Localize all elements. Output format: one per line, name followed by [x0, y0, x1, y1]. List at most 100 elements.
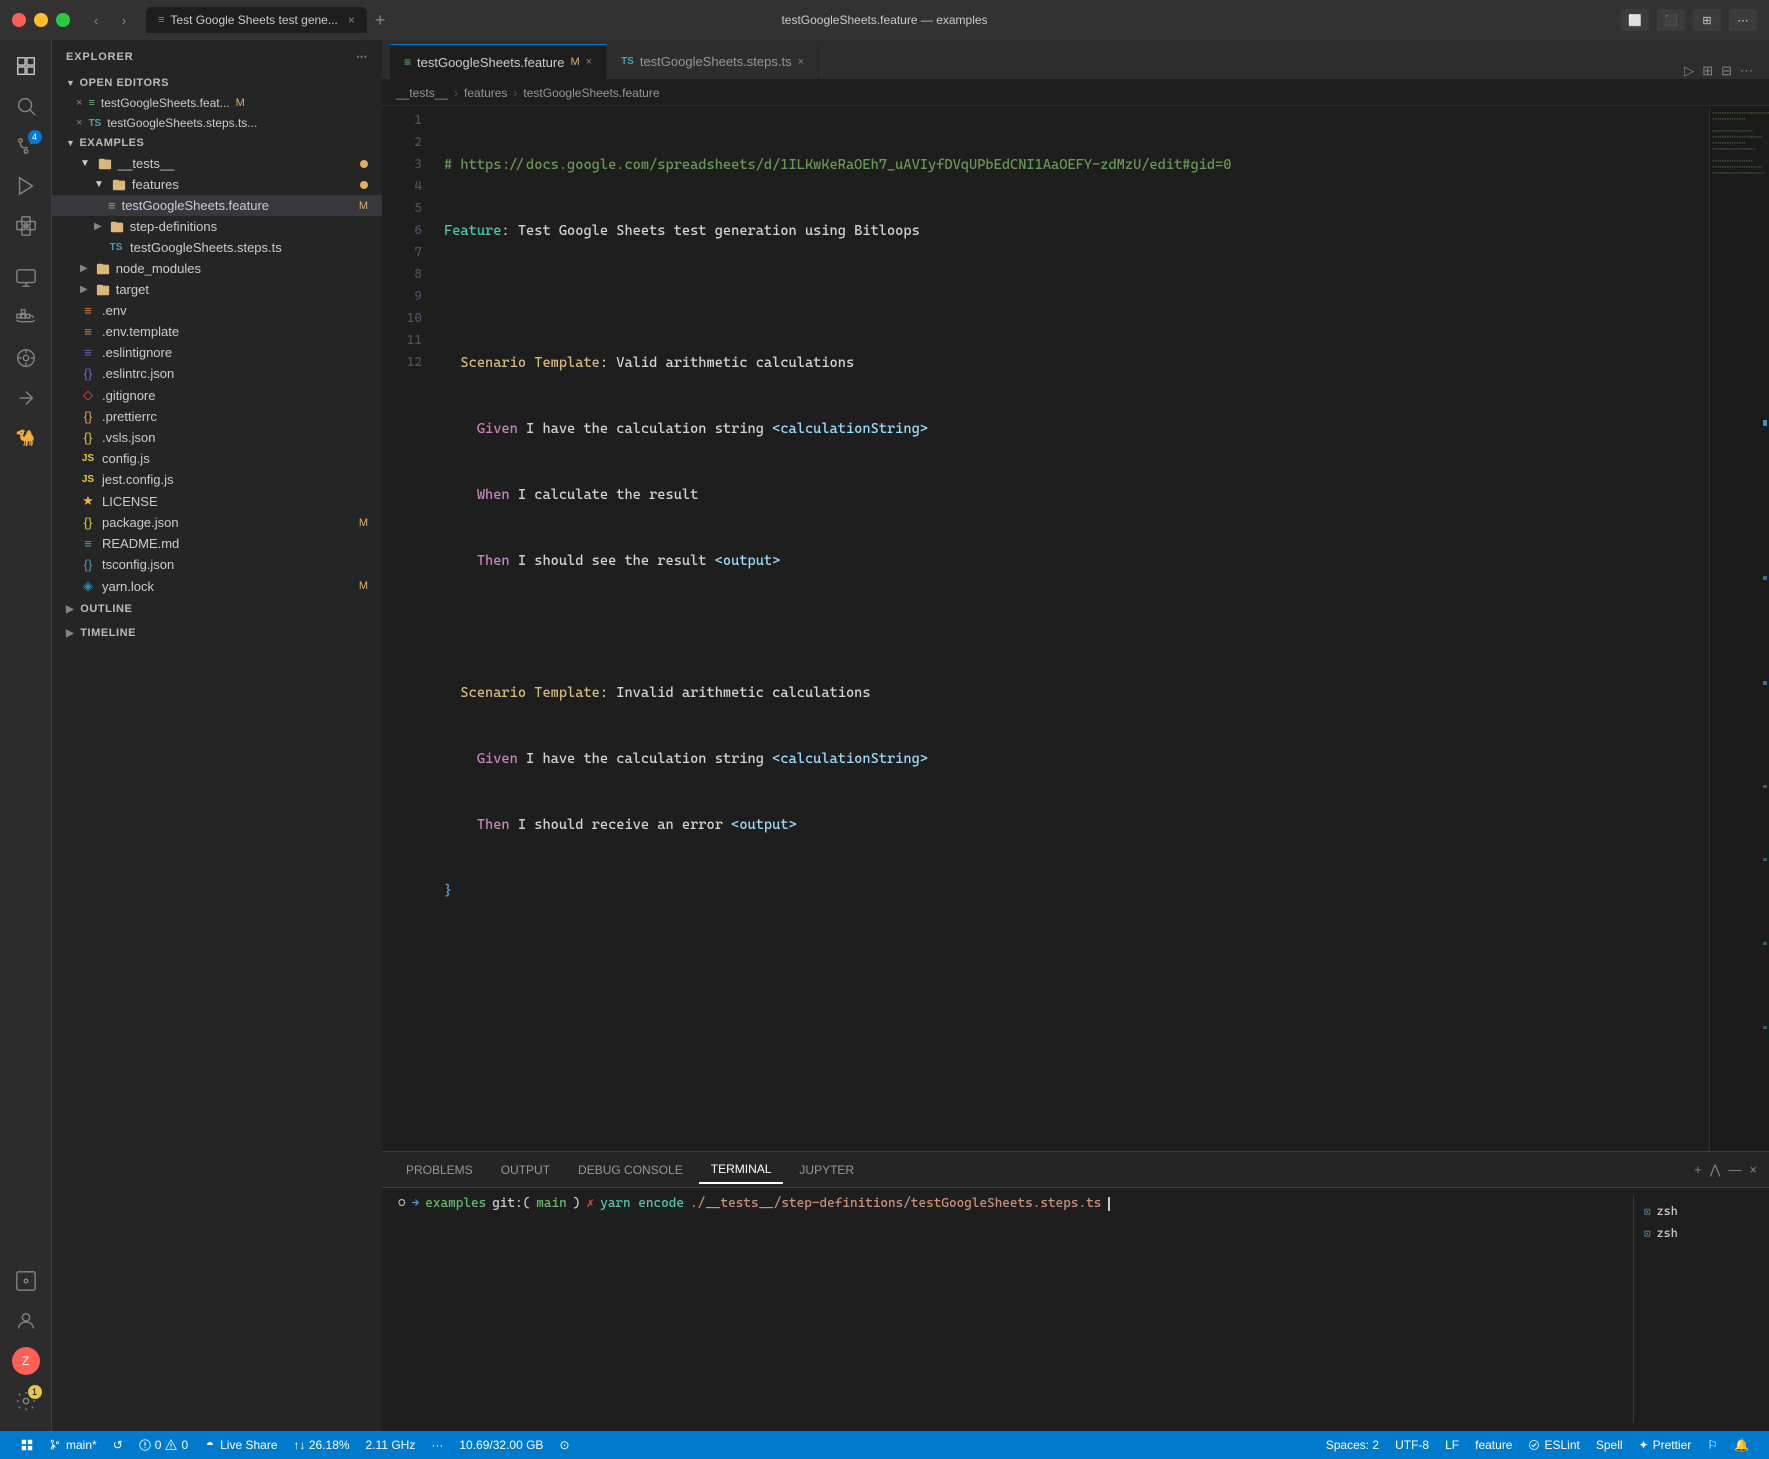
breadcrumb-part-2[interactable]: features	[464, 86, 507, 100]
activity-camel[interactable]: 🐪	[8, 420, 44, 456]
breadcrumb-part-1[interactable]: __tests__	[396, 86, 448, 100]
file-eslintrc[interactable]: {} .eslintrc.json	[52, 363, 382, 384]
activity-explorer[interactable]	[8, 48, 44, 84]
file-eslintignore[interactable]: ≡ .eslintignore	[52, 342, 382, 363]
file-tsconfig[interactable]: {} tsconfig.json	[52, 554, 382, 575]
file-feature[interactable]: ≡ testGoogleSheets.feature M	[52, 195, 382, 216]
file-package-json[interactable]: {} package.json M	[52, 512, 382, 533]
tab-steps[interactable]: TS testGoogleSheets.steps.ts ×	[607, 44, 819, 79]
new-tab-button[interactable]: +	[375, 10, 386, 31]
activity-remote[interactable]	[8, 260, 44, 296]
activity-ports[interactable]	[8, 1263, 44, 1299]
folder-tests[interactable]: ▼ __tests__	[52, 153, 382, 174]
activity-gitlens[interactable]	[8, 380, 44, 416]
status-eol[interactable]: LF	[1437, 1438, 1467, 1452]
activity-kubernetes[interactable]	[8, 340, 44, 376]
status-spaces[interactable]: Spaces: 2	[1318, 1438, 1387, 1452]
status-errors[interactable]: 0 0	[131, 1431, 196, 1459]
tab-feature-close[interactable]: ×	[586, 56, 592, 68]
close-icon[interactable]: ×	[76, 97, 82, 109]
activity-settings[interactable]: 1	[8, 1383, 44, 1419]
activity-docker[interactable]	[8, 300, 44, 336]
window-tab-close[interactable]: ×	[348, 13, 355, 27]
layout-btn-2[interactable]: ⬛	[1657, 9, 1685, 31]
status-remote[interactable]	[12, 1431, 42, 1459]
status-notification[interactable]: 🔔	[1726, 1438, 1757, 1452]
activity-account[interactable]	[8, 1303, 44, 1339]
open-editors-header[interactable]: ▼ OPEN EDITORS	[52, 73, 382, 93]
status-prettier[interactable]: ✦ Prettier	[1631, 1438, 1700, 1452]
status-live-share[interactable]: Live Share	[196, 1431, 285, 1459]
panel-minimize-icon[interactable]: —	[1728, 1162, 1741, 1177]
terminal-main[interactable]: ○ → examples git:( main ) ✗ yarn encode …	[398, 1196, 1633, 1423]
terminal-split-icon[interactable]: ⋀	[1710, 1162, 1721, 1178]
examples-header[interactable]: ▼ EXAMPLES	[52, 133, 382, 153]
more-actions-icon[interactable]: ⋯	[1740, 63, 1753, 79]
file-config[interactable]: JS config.js	[52, 448, 382, 469]
window-tab[interactable]: ≡ Test Google Sheets test gene... ×	[146, 7, 367, 33]
tab-problems[interactable]: PROBLEMS	[394, 1157, 485, 1183]
terminal-instance-2[interactable]: ⊡ zsh	[1634, 1222, 1753, 1244]
sidebar-actions[interactable]: ⋯	[356, 50, 368, 63]
terminal-instance-1[interactable]: ⊡ zsh	[1634, 1200, 1753, 1222]
file-jest-config[interactable]: JS jest.config.js	[52, 469, 382, 490]
new-terminal-icon[interactable]: +	[1694, 1162, 1702, 1177]
file-env-template[interactable]: ≡ .env.template	[52, 321, 382, 342]
maximize-button[interactable]	[56, 13, 70, 27]
sidebar-more-icon[interactable]: ⋯	[356, 50, 368, 63]
status-memory[interactable]: 10.69/32.00 GB	[451, 1431, 551, 1459]
status-cpu[interactable]: 2.11 GHz	[358, 1431, 424, 1459]
folder-features[interactable]: ▼ features	[52, 174, 382, 195]
code-editor[interactable]: 12345 678910 1112 # https://docs.google.…	[382, 106, 1769, 1151]
layout-icon[interactable]: ⊟	[1721, 63, 1732, 79]
folder-node-modules[interactable]: ▶ node_modules	[52, 258, 382, 279]
tab-steps-close[interactable]: ×	[798, 56, 804, 68]
activity-source-control[interactable]: 4	[8, 128, 44, 164]
folder-step-definitions[interactable]: ▶ step-definitions	[52, 216, 382, 237]
tab-terminal[interactable]: TERMINAL	[699, 1156, 784, 1184]
nav-back-button[interactable]: ‹	[82, 6, 110, 34]
folder-target[interactable]: ▶ target	[52, 279, 382, 300]
split-icon[interactable]: ⊞	[1702, 63, 1713, 79]
file-readme[interactable]: ≡ README.md	[52, 533, 382, 554]
timeline-section[interactable]: ▶ TIMELINE	[52, 621, 382, 645]
file-steps[interactable]: TS testGoogleSheets.steps.ts	[52, 237, 382, 258]
tab-jupyter[interactable]: JUPYTER	[787, 1157, 866, 1183]
layout-btn-3[interactable]: ⊞	[1693, 9, 1721, 31]
run-icon[interactable]: ▷	[1684, 63, 1694, 79]
file-license[interactable]: ★ LICENSE	[52, 490, 382, 512]
activity-search[interactable]	[8, 88, 44, 124]
breadcrumb-part-3[interactable]: testGoogleSheets.feature	[523, 86, 659, 100]
tab-debug-console[interactable]: DEBUG CONSOLE	[566, 1157, 695, 1183]
status-language[interactable]: feature	[1467, 1438, 1520, 1452]
panel-close-icon[interactable]: ×	[1749, 1162, 1757, 1177]
status-encoding[interactable]: UTF-8	[1387, 1438, 1437, 1452]
status-perf[interactable]: ↑↓ 26.18%	[286, 1431, 358, 1459]
minimize-button[interactable]	[34, 13, 48, 27]
file-gitignore[interactable]: ◇ .gitignore	[52, 384, 382, 406]
layout-more-btn[interactable]: ⋯	[1729, 9, 1757, 31]
open-editor-steps[interactable]: × TS testGoogleSheets.steps.ts...	[52, 113, 382, 133]
status-check[interactable]: ⊙	[551, 1431, 577, 1459]
file-vsls[interactable]: {} .vsls.json	[52, 427, 382, 448]
close-button[interactable]	[12, 13, 26, 27]
layout-btn-1[interactable]: ⬜	[1621, 9, 1649, 31]
open-editor-feature[interactable]: × ≡ testGoogleSheets.feat... M	[52, 93, 382, 113]
activity-zoom[interactable]: Z	[8, 1343, 44, 1379]
activity-run[interactable]	[8, 168, 44, 204]
status-feedback[interactable]: ⚐	[1699, 1438, 1726, 1452]
status-spell[interactable]: Spell	[1588, 1438, 1631, 1452]
file-prettierrc[interactable]: {} .prettierrc	[52, 406, 382, 427]
status-branch[interactable]: main*	[42, 1431, 105, 1459]
tab-output[interactable]: OUTPUT	[489, 1157, 562, 1183]
status-sync[interactable]: ↺	[105, 1431, 131, 1459]
nav-forward-button[interactable]: ›	[110, 6, 138, 34]
file-env[interactable]: ≡ .env	[52, 300, 382, 321]
outline-section[interactable]: ▶ OUTLINE	[52, 597, 382, 621]
code-content[interactable]: # https://docs.google.com/spreadsheets/d…	[430, 106, 1709, 1151]
activity-extensions[interactable]	[8, 208, 44, 244]
tab-feature[interactable]: ≡ testGoogleSheets.feature M ×	[390, 44, 607, 79]
close-icon-2[interactable]: ×	[76, 117, 82, 129]
status-eslint[interactable]: ESLint	[1520, 1438, 1587, 1452]
file-yarn-lock[interactable]: ◈ yarn.lock M	[52, 575, 382, 597]
